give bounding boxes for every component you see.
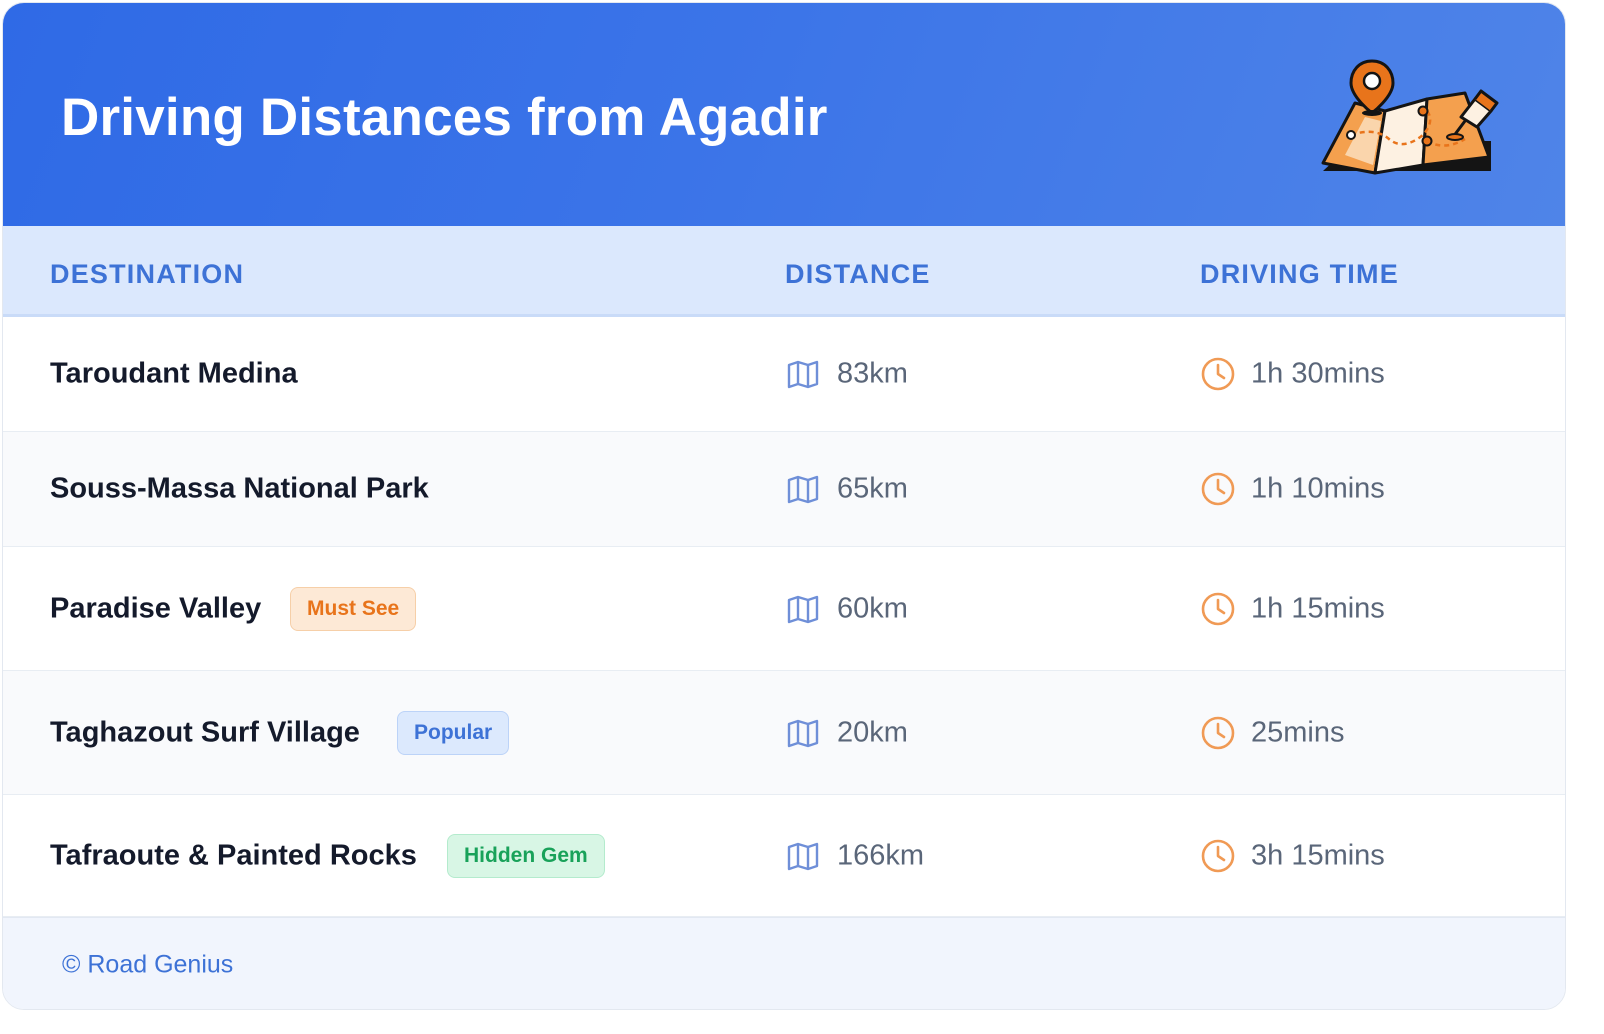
distance-value: 166km <box>837 839 925 871</box>
driving-time-value: 25mins <box>1251 716 1345 748</box>
table-row[interactable]: Paradise Valley Must See 60km 1h 15mins <box>3 547 1565 671</box>
clock-icon <box>1200 356 1236 392</box>
tag-badge: Must See <box>290 586 417 631</box>
driving-time-value: 1h 10mins <box>1251 472 1385 505</box>
destination-name: Taroudant Medina <box>50 357 298 390</box>
destination-name: Souss-Massa National Park <box>50 472 429 505</box>
tag-badge: Popular <box>397 710 510 755</box>
folded-map-with-pins-icon <box>1321 59 1499 175</box>
driving-time-value: 1h 30mins <box>1251 357 1385 390</box>
map-icon <box>786 359 820 389</box>
footer: © Road Genius <box>3 917 1565 1009</box>
page-title: Driving Distances from Agadir <box>61 88 828 147</box>
table-row[interactable]: Taghazout Surf Village Popular 20km 25mins <box>3 671 1565 795</box>
column-header-destination[interactable]: DESTINATION <box>50 259 244 290</box>
column-header-distance[interactable]: DISTANCE <box>785 259 931 290</box>
header-banner: Driving Distances from Agadir <box>3 3 1565 226</box>
map-icon <box>786 594 820 624</box>
map-icon <box>786 841 820 871</box>
distance-value: 83km <box>837 357 908 390</box>
distance-value: 20km <box>837 716 908 748</box>
map-icon <box>786 474 820 504</box>
clock-icon <box>1200 591 1236 627</box>
column-header-driving-time[interactable]: DRIVING TIME <box>1200 259 1399 290</box>
driving-time-value: 3h 15mins <box>1251 839 1385 871</box>
distance-card: Driving Distances from Agadir DESTINATIO… <box>2 2 1566 1010</box>
clock-icon <box>1200 838 1236 874</box>
driving-time-value: 1h 15mins <box>1251 592 1385 624</box>
distance-value: 60km <box>837 592 908 624</box>
table-header: DESTINATION DISTANCE DRIVING TIME <box>3 226 1565 317</box>
clock-icon <box>1200 715 1236 751</box>
distance-value: 65km <box>837 472 908 505</box>
map-icon <box>786 718 820 748</box>
clock-icon <box>1200 471 1236 507</box>
destination-name: Taghazout Surf Village <box>50 716 360 748</box>
table-row[interactable]: Tafraoute & Painted Rocks Hidden Gem 166km… <box>3 795 1565 917</box>
table-row[interactable]: Souss-Massa National Park 65km 1h 10mins <box>3 432 1565 547</box>
copyright-text: © Road Genius <box>62 950 234 978</box>
table-row[interactable]: Taroudant Medina 83km 1h 30mins <box>3 317 1565 432</box>
destination-name: Tafraoute & Painted Rocks <box>50 839 417 871</box>
destination-name: Paradise Valley <box>50 592 262 624</box>
tag-badge: Hidden Gem <box>447 833 605 878</box>
